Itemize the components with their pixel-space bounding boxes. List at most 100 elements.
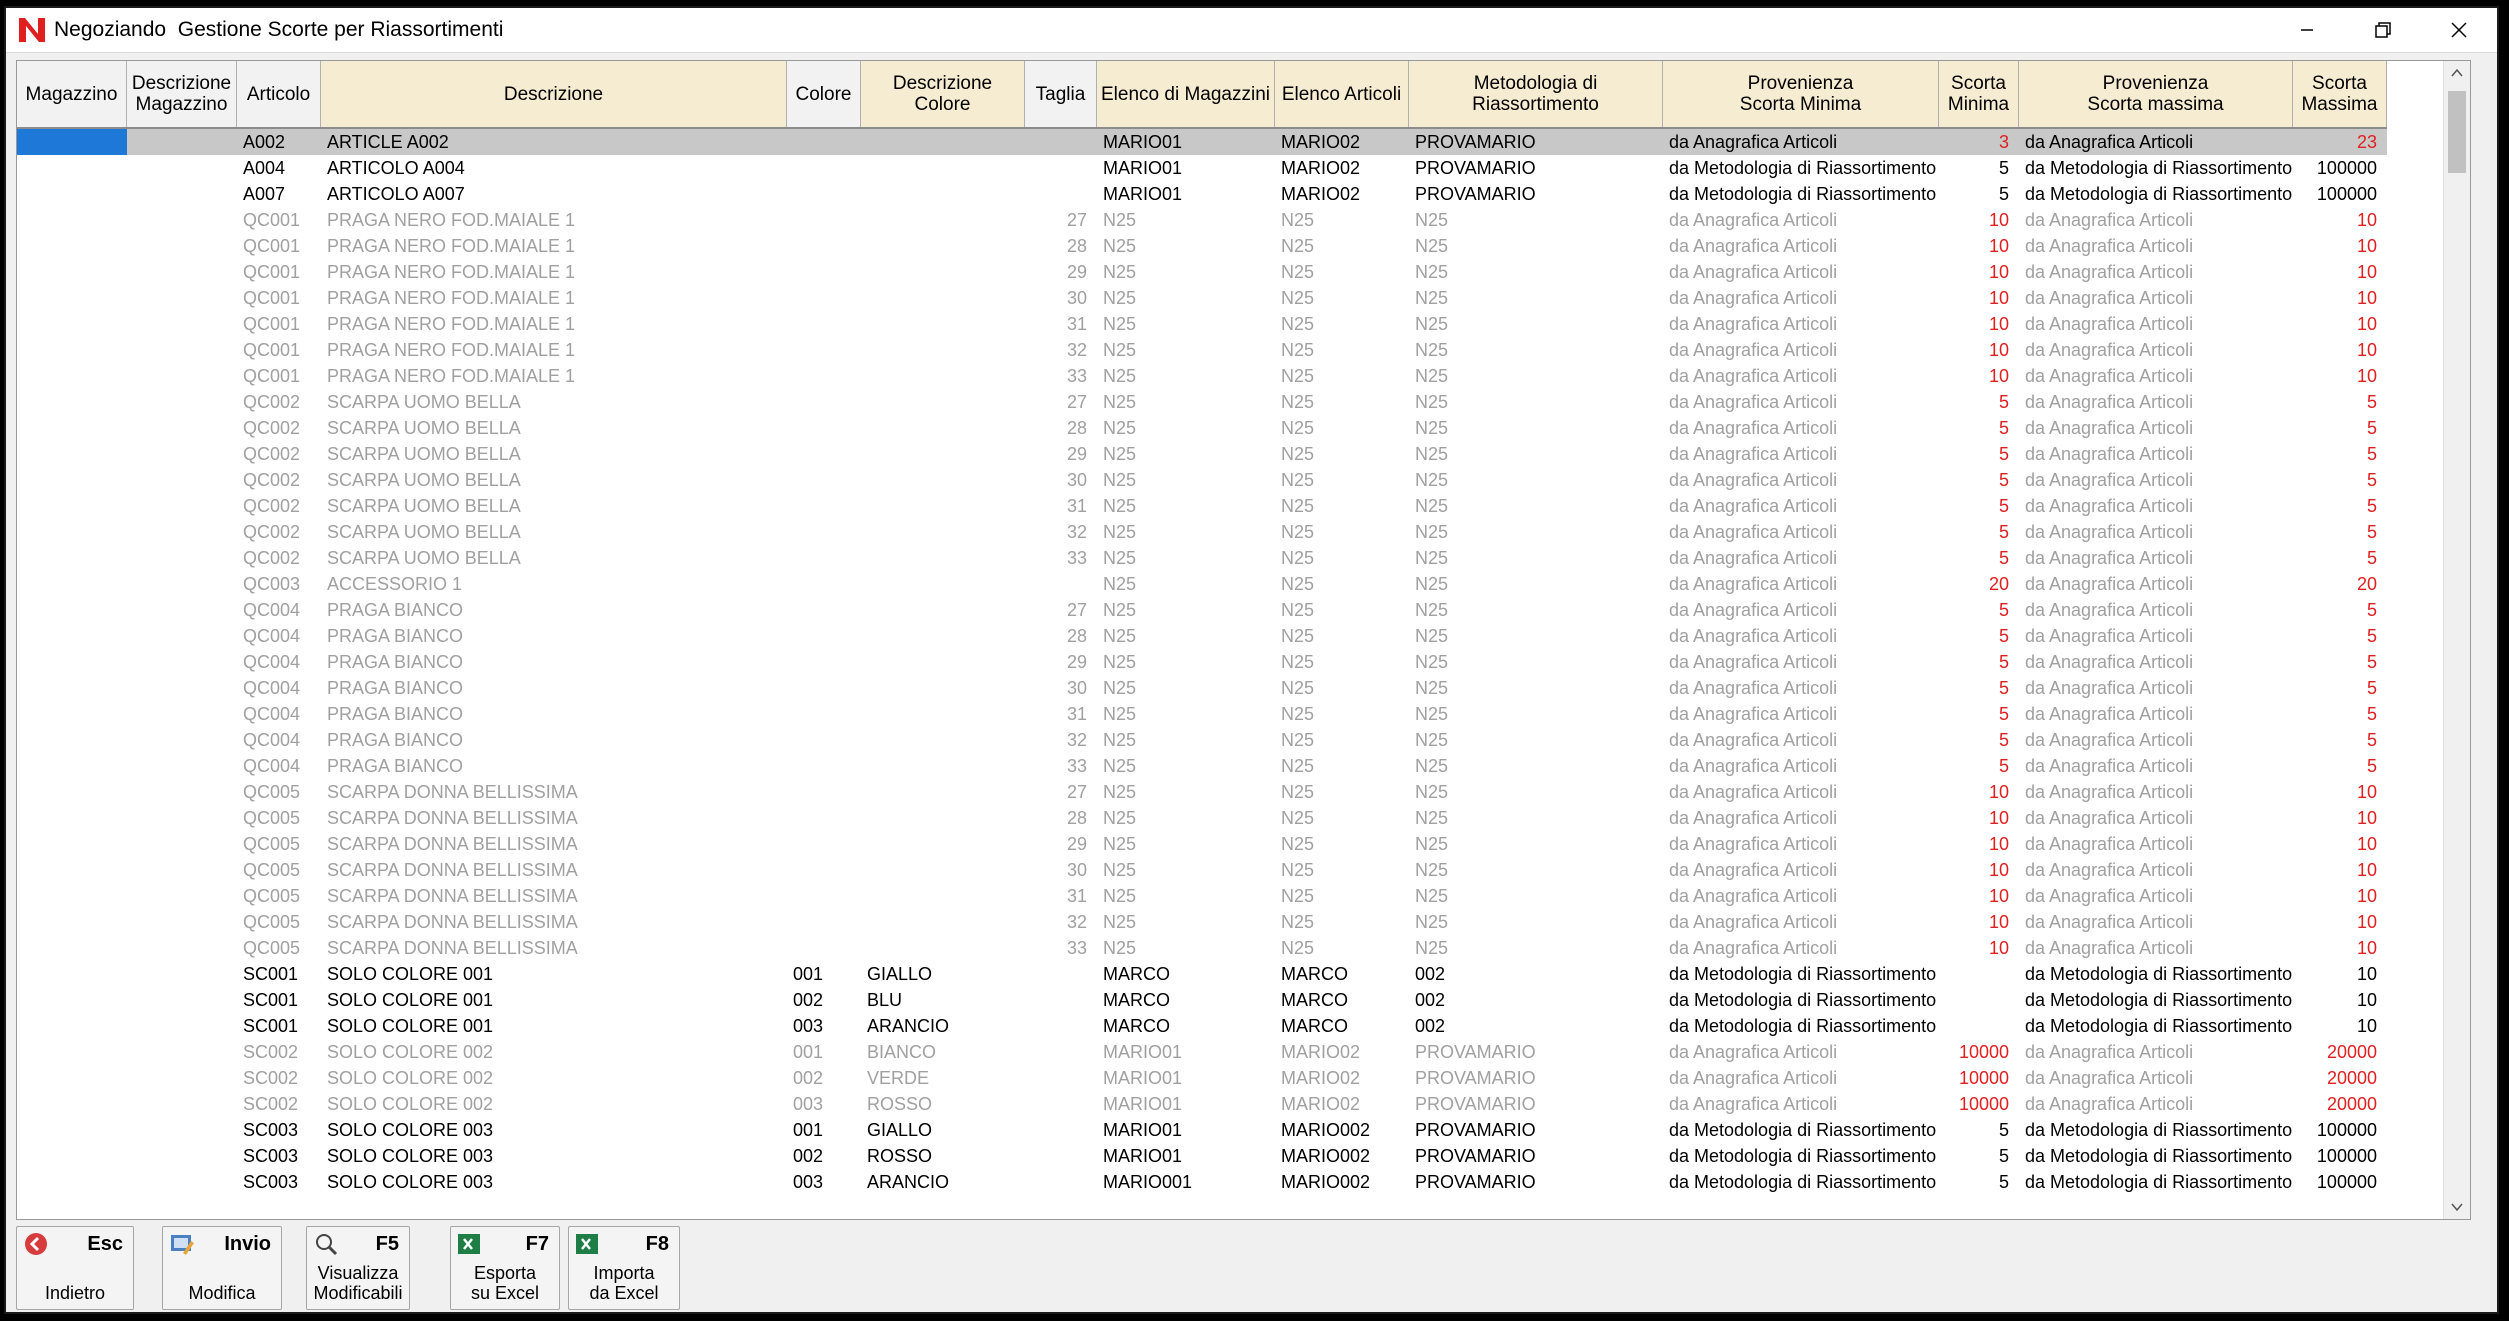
col-provenienza-scorta-minima-cell[interactable]: da Metodologia di Riassortimento [1663,1169,1939,1195]
col-scorta-minima-cell[interactable]: 5 [1939,155,2019,181]
col-provenienza-scorta-massima-cell[interactable]: da Anagrafica Articoli [2019,1091,2293,1117]
col-articolo-cell[interactable]: QC005 [237,857,321,883]
col-colore-cell[interactable] [787,623,861,649]
table-row[interactable]: QC002 SCARPA UOMO BELLA 28 N25 N25 N25 da Anag… [17,415,2387,441]
col-colore-cell[interactable] [787,155,861,181]
col-descrizione-cell[interactable]: PRAGA NERO FOD.MAIALE 1 [321,233,787,259]
col-descrizione-cell[interactable]: PRAGA BIANCO [321,701,787,727]
col-provenienza-scorta-minima-cell[interactable]: da Metodologia di Riassortimento [1663,1013,1939,1039]
col-elenco-articoli-cell[interactable]: N25 [1275,649,1409,675]
table-row[interactable]: SC003 SOLO COLORE 003 003 ARANCIO MARIO001 MA… [17,1169,2387,1195]
col-metodologia-cell[interactable]: 002 [1409,1013,1663,1039]
col-provenienza-scorta-minima-cell[interactable]: da Anagrafica Articoli [1663,701,1939,727]
col-scorta-massima-cell[interactable]: 10 [2293,311,2387,337]
col-descrizione-magazzino-cell[interactable] [127,1065,237,1091]
table-row[interactable]: QC004 PRAGA BIANCO 27 N25 N25 N25 da Anagrafic… [17,597,2387,623]
restore-button[interactable] [2345,8,2421,52]
col-elenco-articoli-cell[interactable]: MARIO002 [1275,1117,1409,1143]
col-articolo-cell[interactable]: SC001 [237,1013,321,1039]
col-magazzino-cell[interactable] [17,311,127,337]
col-scorta-minima-cell[interactable]: 5 [1939,181,2019,207]
col-colore-cell[interactable] [787,259,861,285]
col-taglia-cell[interactable]: 28 [1025,623,1097,649]
col-articolo-cell[interactable]: QC004 [237,753,321,779]
col-elenco-articoli-cell[interactable]: N25 [1275,909,1409,935]
col-descrizione-cell[interactable]: PRAGA BIANCO [321,623,787,649]
table-row[interactable]: QC005 SCARPA DONNA BELLISSIMA 33 N25 N25 N25 d… [17,935,2387,961]
col-scorta-massima-cell[interactable]: 20000 [2293,1039,2387,1065]
col-colore-cell[interactable] [787,415,861,441]
col-descrizione-cell[interactable]: SCARPA DONNA BELLISSIMA [321,909,787,935]
col-elenco-magazzini-cell[interactable]: MARCO [1097,1013,1275,1039]
col-descrizione-cell[interactable]: PRAGA NERO FOD.MAIALE 1 [321,259,787,285]
col-magazzino-cell[interactable] [17,285,127,311]
col-descrizione-cell[interactable]: SCARPA UOMO BELLA [321,467,787,493]
col-descrizione-colore-cell[interactable] [861,831,1025,857]
table-row[interactable]: QC001 PRAGA NERO FOD.MAIALE 1 32 N25 N25 N25 d… [17,337,2387,363]
col-descrizione-cell[interactable]: SCARPA DONNA BELLISSIMA [321,805,787,831]
col-articolo-cell[interactable]: SC002 [237,1039,321,1065]
col-descrizione-magazzino-cell[interactable] [127,1013,237,1039]
col-metodologia-cell[interactable]: PROVAMARIO [1409,1039,1663,1065]
col-descrizione-magazzino-cell[interactable] [127,1039,237,1065]
col-taglia-cell[interactable] [1025,987,1097,1013]
col-descrizione-colore-cell[interactable] [861,207,1025,233]
col-descrizione-cell[interactable]: SOLO COLORE 001 [321,961,787,987]
col-articolo-cell[interactable]: QC002 [237,415,321,441]
col-taglia-cell[interactable] [1025,155,1097,181]
col-taglia-cell[interactable] [1025,181,1097,207]
col-elenco-magazzini-cell[interactable]: N25 [1097,467,1275,493]
col-elenco-articoli-cell[interactable]: MARCO [1275,987,1409,1013]
col-colore-cell[interactable] [787,181,861,207]
col-provenienza-scorta-minima-cell[interactable]: da Anagrafica Articoli [1663,415,1939,441]
col-colore-cell[interactable] [787,337,861,363]
col-metodologia-cell[interactable]: N25 [1409,649,1663,675]
col-taglia-cell[interactable]: 27 [1025,389,1097,415]
col-scorta-minima-cell[interactable]: 10 [1939,805,2019,831]
col-provenienza-scorta-minima-cell[interactable]: da Anagrafica Articoli [1663,1065,1939,1091]
col-articolo-cell[interactable]: QC002 [237,389,321,415]
col-descrizione-magazzino-cell[interactable] [127,519,237,545]
col-metodologia-cell[interactable]: N25 [1409,493,1663,519]
col-colore-cell[interactable] [787,857,861,883]
col-scorta-massima-cell[interactable]: 5 [2293,467,2387,493]
col-descrizione-colore-cell[interactable] [861,753,1025,779]
col-metodologia-cell[interactable]: N25 [1409,935,1663,961]
col-articolo-cell[interactable]: QC004 [237,623,321,649]
col-descrizione-magazzino-cell[interactable] [127,987,237,1013]
col-metodologia-cell[interactable]: N25 [1409,675,1663,701]
col-descrizione-cell[interactable]: SCARPA UOMO BELLA [321,389,787,415]
col-elenco-articoli-cell[interactable]: MARIO02 [1275,155,1409,181]
col-descrizione-magazzino-cell[interactable] [127,805,237,831]
col-scorta-massima-cell[interactable]: 5 [2293,727,2387,753]
col-metodologia-cell[interactable]: N25 [1409,805,1663,831]
col-descrizione-colore-cell[interactable] [861,935,1025,961]
col-elenco-articoli-cell[interactable]: N25 [1275,623,1409,649]
col-colore-cell[interactable] [787,129,861,155]
col-metodologia-cell[interactable]: PROVAMARIO [1409,1065,1663,1091]
col-provenienza-scorta-minima-cell[interactable]: da Anagrafica Articoli [1663,571,1939,597]
col-descrizione-cell[interactable]: ARTICOLO A004 [321,155,787,181]
col-magazzino-cell[interactable] [17,1169,127,1195]
col-taglia-cell[interactable]: 29 [1025,831,1097,857]
col-colore-cell[interactable] [787,727,861,753]
col-taglia-cell[interactable]: 30 [1025,675,1097,701]
col-descrizione-cell[interactable]: ARTICLE A002 [321,129,787,155]
col-scorta-massima-cell[interactable]: 100000 [2293,1169,2387,1195]
col-colore-cell[interactable] [787,649,861,675]
col-colore-header[interactable]: Colore [787,61,861,127]
col-magazzino-cell[interactable] [17,883,127,909]
col-descrizione-magazzino-cell[interactable] [127,441,237,467]
vertical-scrollbar[interactable] [2443,61,2470,1219]
col-elenco-magazzini-cell[interactable]: N25 [1097,883,1275,909]
col-colore-cell[interactable] [787,519,861,545]
col-provenienza-scorta-minima-cell[interactable]: da Anagrafica Articoli [1663,389,1939,415]
col-scorta-massima-cell[interactable]: 100000 [2293,155,2387,181]
col-descrizione-magazzino-cell[interactable] [127,727,237,753]
col-elenco-articoli-cell[interactable]: N25 [1275,207,1409,233]
col-elenco-magazzini-cell[interactable]: N25 [1097,675,1275,701]
col-magazzino-cell[interactable] [17,1065,127,1091]
col-scorta-massima-cell[interactable]: 10 [2293,831,2387,857]
col-taglia-cell[interactable]: 27 [1025,597,1097,623]
col-magazzino-cell[interactable] [17,467,127,493]
